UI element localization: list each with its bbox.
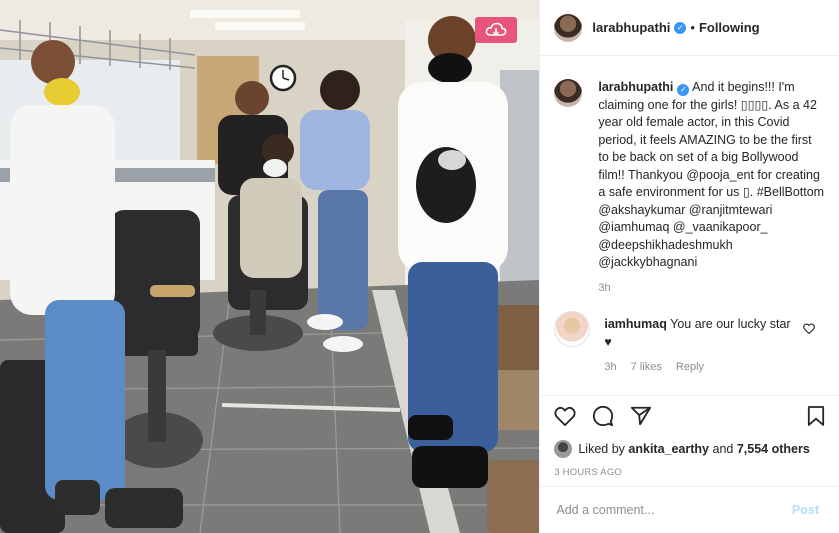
caption-time: 3h bbox=[598, 281, 611, 294]
verified-icon: ✓ bbox=[674, 21, 687, 34]
add-comment-bar: Post bbox=[540, 486, 839, 533]
salon-scene-illustration bbox=[0, 0, 540, 533]
post-actions: Liked by ankita_earthy and 7,554 others … bbox=[540, 395, 839, 478]
caption-verified-icon: ✓ bbox=[677, 84, 690, 96]
comment-input[interactable] bbox=[554, 502, 786, 518]
author-avatar[interactable] bbox=[554, 13, 583, 42]
post-photo[interactable] bbox=[0, 0, 540, 533]
comment-icon[interactable] bbox=[592, 405, 614, 432]
heart-icon[interactable] bbox=[554, 406, 576, 431]
post-timestamp[interactable]: 3 HOURS AGO bbox=[554, 467, 825, 478]
share-icon[interactable] bbox=[630, 405, 652, 432]
post-comment-button[interactable]: Post bbox=[786, 502, 825, 518]
author-username[interactable]: larabhupathi bbox=[592, 20, 670, 35]
comment-username[interactable]: iamhumaq bbox=[604, 317, 667, 331]
download-icon bbox=[485, 22, 507, 38]
liker-avatar[interactable] bbox=[554, 440, 573, 458]
liked-by-label: Liked by bbox=[578, 442, 625, 456]
action-bar bbox=[554, 396, 825, 440]
header-separator: • bbox=[690, 20, 695, 35]
caption-avatar[interactable] bbox=[554, 79, 583, 107]
post-header: larabhupathi ✓ • Following bbox=[540, 0, 839, 56]
download-button[interactable] bbox=[475, 17, 517, 43]
likes-others-count[interactable]: 7,554 others bbox=[737, 442, 810, 456]
instagram-post: larabhupathi ✓ • Following larabhupathi ✓… bbox=[0, 0, 839, 533]
likes-summary: Liked by ankita_earthy and 7,554 others bbox=[554, 440, 825, 458]
commenter-avatar[interactable] bbox=[554, 311, 591, 347]
comment-reply-button[interactable]: Reply bbox=[676, 361, 704, 373]
bookmark-icon[interactable] bbox=[807, 405, 825, 432]
likes-and: and bbox=[712, 442, 734, 456]
comment-time: 3h bbox=[604, 361, 617, 373]
post-sidebar: larabhupathi ✓ • Following larabhupathi ✓… bbox=[539, 0, 839, 533]
liker-username[interactable]: ankita_earthy bbox=[628, 442, 709, 456]
caption-text: And it begins!!! I'm claiming one for th… bbox=[598, 80, 825, 269]
small-heart-icon[interactable] bbox=[803, 321, 815, 339]
following-button[interactable]: Following bbox=[699, 20, 760, 35]
caption-username[interactable]: larabhupathi bbox=[598, 80, 673, 94]
comment-likes[interactable]: 7 likes bbox=[631, 361, 662, 373]
comment-item: iamhumaq You are our lucky star ♥ 3h 7 l… bbox=[554, 311, 825, 377]
comments-section[interactable]: larabhupathi ✓ And it begins!!! I'm claim… bbox=[540, 56, 839, 395]
caption: larabhupathi ✓ And it begins!!! I'm claim… bbox=[554, 79, 825, 297]
